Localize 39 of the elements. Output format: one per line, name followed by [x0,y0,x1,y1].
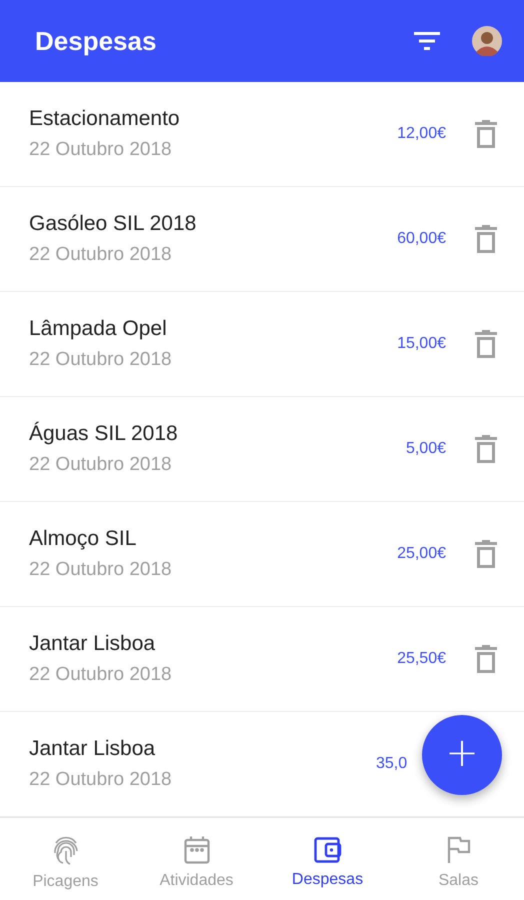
expense-date: 22 Outubro 2018 [29,769,173,791]
trash-icon[interactable] [475,225,497,253]
trash-icon[interactable] [475,120,497,148]
expense-date: 22 Outubro 2018 [29,244,173,266]
expense-date: 22 Outubro 2018 [29,454,173,476]
nav-tab[interactable]: Despesas [262,818,393,900]
nav-tab[interactable]: Salas [393,818,524,900]
expense-amount: 15,00€ [397,335,446,353]
expense-date: 22 Outubro 2018 [29,559,173,581]
expense-date: 22 Outubro 2018 [29,139,173,161]
flag-icon [446,836,470,864]
trash-icon[interactable] [475,645,497,673]
trash-icon[interactable] [475,330,497,358]
trash-icon[interactable] [475,540,497,568]
expense-amount: 60,00€ [397,230,446,248]
expense-amount: 5,00€ [406,440,446,458]
expense-amount: 25,50€ [397,650,446,668]
nav-tab[interactable]: Atividades [131,818,262,900]
expense-name: Jantar Lisboa [29,632,156,656]
filter-icon[interactable] [414,32,440,50]
expense-amount: 35,0 [376,755,408,773]
expense-name: Lâmpada Opel [29,317,168,341]
fingerprint-icon [52,835,80,865]
avatar-icon[interactable] [472,26,502,56]
expense-date: 22 Outubro 2018 [29,664,173,686]
app-title: Despesas [35,26,158,56]
expense-name: Estacionamento [29,107,181,131]
expense-date: 22 Outubro 2018 [29,349,173,371]
add-button[interactable]: + [422,715,502,795]
wallet-icon [314,837,342,863]
nav-tab[interactable]: Picagens [0,818,131,900]
calendar-icon [184,836,210,864]
expense-name: Almoço SIL [29,527,138,551]
trash-icon[interactable] [475,435,497,463]
expense-name: Águas SIL 2018 [29,422,179,446]
expense-name: Gasóleo SIL 2018 [29,212,198,236]
expense-amount: 12,00€ [397,125,446,143]
expense-name: Jantar Lisboa [29,737,156,761]
expense-amount: 25,00€ [397,545,446,563]
